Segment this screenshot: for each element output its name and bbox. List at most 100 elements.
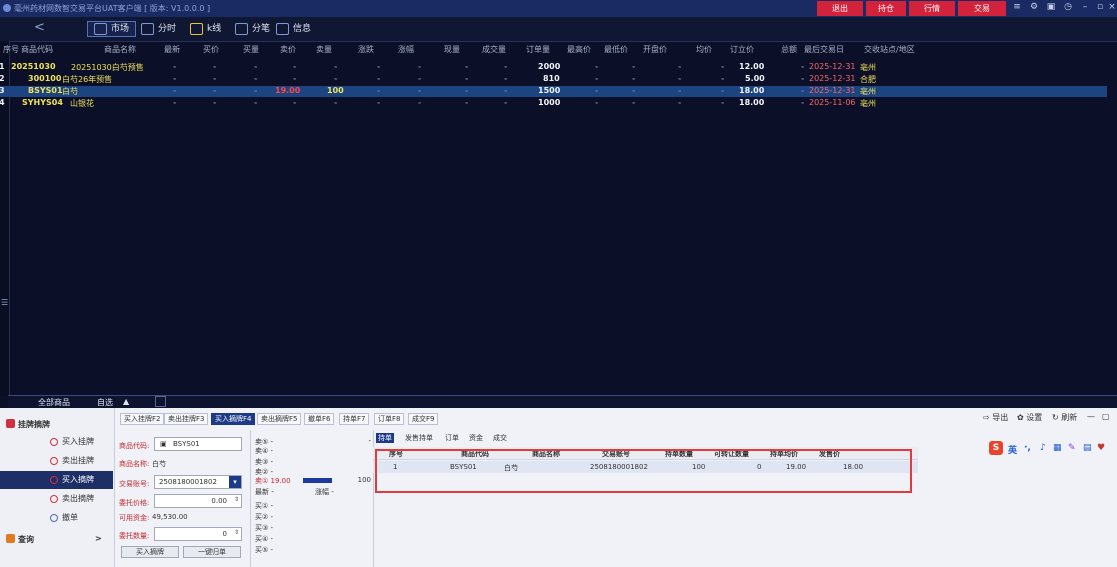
tab-all-goods[interactable]: 全部商品 — [38, 397, 70, 408]
chevron-down-icon[interactable]: ▾ — [229, 476, 241, 488]
stepper-arrows-icon[interactable]: ⇕ — [234, 527, 239, 539]
subtab-orders[interactable]: 订单 — [443, 433, 461, 443]
maximize-panel-icon[interactable]: ▢ — [1102, 412, 1110, 421]
buy-delist-button[interactable]: 买入摘牌 — [121, 546, 179, 558]
nav-query[interactable]: 查询 — [18, 534, 34, 545]
user-icon[interactable]: ≡ — [1011, 2, 1023, 12]
gear-icon[interactable]: ⚙ — [1028, 2, 1040, 12]
tab-favorites[interactable]: 自选 — [97, 397, 113, 408]
col-askvol[interactable]: 卖量 — [316, 44, 332, 55]
tab-holdings[interactable]: 持单F7 — [339, 413, 370, 425]
subtab-holdings[interactable]: 持单 — [376, 433, 394, 443]
ime-lang[interactable]: 英 — [1008, 443, 1017, 456]
row-lastday: 2025-11-06 — [809, 98, 856, 107]
settings-button[interactable]: ✿ 设置 — [1017, 412, 1042, 423]
bid-level-5: 买⑤ - — [255, 546, 274, 554]
col-price[interactable]: 订立价 — [730, 44, 754, 55]
col-cur[interactable]: 现量 — [444, 44, 460, 55]
keyboard-icon[interactable]: ▦ — [1053, 443, 1062, 453]
table-row-selected[interactable]: 3 BSYS01 白芍 - - - 19.00 100 - - - - 1500… — [0, 86, 1107, 97]
stepper-arrows-icon[interactable]: ⇕ — [234, 494, 239, 506]
col-low[interactable]: 最低价 — [604, 44, 628, 55]
ime-logo-icon[interactable]: S — [989, 441, 1003, 455]
restore-icon[interactable]: ▫ — [1094, 2, 1106, 12]
skin-icon[interactable]: ✎ — [1068, 443, 1076, 453]
col-total[interactable]: 总额 — [781, 44, 797, 55]
col-bidvol[interactable]: 买量 — [243, 44, 259, 55]
chevron-right-icon[interactable]: > — [95, 534, 102, 543]
price-stepper[interactable]: 0.00 ⇕ — [154, 494, 242, 508]
nav-buy-list[interactable]: 买入挂牌 — [0, 433, 113, 451]
quantity-stepper[interactable]: 0 ⇕ — [154, 527, 242, 541]
table-row[interactable]: 4 SYHYS04 山银花 - - - - - - - - - 1000 - -… — [0, 98, 1107, 109]
tab-arrow-icon[interactable]: ▲ — [123, 397, 129, 406]
back-button[interactable]: < — [34, 20, 45, 35]
tab-sell-list[interactable]: 卖出挂牌F3 — [164, 413, 209, 425]
account-select[interactable]: 2508180001802 ▾ — [154, 475, 242, 489]
tab-kline[interactable]: k线 — [190, 21, 221, 37]
tab-deals[interactable]: 成交F9 — [408, 413, 439, 425]
row-vol: - — [504, 98, 508, 107]
export-button[interactable]: ⇨ 导出 — [983, 412, 1008, 423]
tab-market[interactable]: 市场 — [87, 21, 137, 37]
col-no[interactable]: 序号 — [3, 44, 19, 55]
title-bar: 毫州药材网数智交易平台UAT客户端 [ 版本: V1.0.0.0 ] 退出 持仓… — [0, 0, 1117, 17]
minimize-panel-icon[interactable]: — — [1087, 412, 1095, 421]
subtab-funds[interactable]: 资金 — [467, 433, 485, 443]
close-icon[interactable]: × — [1106, 2, 1117, 12]
exit-button[interactable]: 退出 — [817, 1, 863, 16]
tab-info[interactable]: 信息 — [276, 21, 311, 37]
col-high[interactable]: 最高价 — [567, 44, 591, 55]
tools-icon[interactable]: ▤ — [1083, 443, 1092, 453]
col-vol[interactable]: 成交量 — [482, 44, 506, 55]
shirt-icon[interactable]: ♥ — [1097, 443, 1105, 453]
table-row[interactable]: 2 300100 白芍26年预售 - - - - - - - - - 810 -… — [0, 74, 1107, 85]
row-no: 2 — [0, 74, 5, 83]
tab-buy-delist[interactable]: 买入摘牌F4 — [211, 413, 256, 425]
trade-button[interactable]: 交易 — [958, 1, 1006, 16]
tab-orders[interactable]: 订单F8 — [374, 413, 405, 425]
highlight-box — [375, 449, 912, 493]
clock-icon[interactable]: ◷ — [1062, 2, 1074, 12]
tab-ticks[interactable]: 分笔 — [235, 21, 270, 37]
col-open[interactable]: 开盘价 — [643, 44, 667, 55]
tab-cancel[interactable]: 撤单F6 — [304, 413, 335, 425]
quotes-button[interactable]: 行情 — [909, 1, 955, 16]
table-row[interactable]: 1 20251030 20251030白芍预售 - - - - - - - - … — [0, 62, 1107, 73]
col-pct[interactable]: 涨幅 — [398, 44, 414, 55]
code-field[interactable]: ▣ BSYS01 — [154, 437, 242, 451]
minimize-icon[interactable]: – — [1079, 2, 1091, 12]
tab-sell-delist[interactable]: 卖出摘牌F5 — [257, 413, 302, 425]
position-button[interactable]: 持仓 — [866, 1, 906, 16]
mic-icon[interactable]: ♪ — [1040, 443, 1046, 453]
row-low: - — [632, 74, 636, 83]
nav-cancel[interactable]: 撤单 — [0, 509, 113, 527]
col-lastday[interactable]: 最后交易日 — [804, 44, 844, 55]
nav-header[interactable]: 挂牌摘牌 — [18, 419, 50, 430]
col-avg[interactable]: 均价 — [696, 44, 712, 55]
col-chg[interactable]: 涨跌 — [358, 44, 374, 55]
col-orders[interactable]: 订单量 — [526, 44, 550, 55]
one-click-button[interactable]: 一键归单 — [183, 546, 241, 558]
col-site[interactable]: 交收站点/地区 — [864, 44, 915, 55]
nav-sell-delist[interactable]: 卖出摘牌 — [0, 490, 113, 508]
col-bid[interactable]: 买价 — [203, 44, 219, 55]
nav-label: 买入摘牌 — [62, 475, 94, 484]
tab-buy-list[interactable]: 买入挂牌F2 — [120, 413, 165, 425]
col-name[interactable]: 商品名称 — [104, 44, 136, 55]
row-bidvol: - — [254, 74, 258, 83]
nav-sell-list[interactable]: 卖出挂牌 — [0, 452, 113, 470]
lock-icon[interactable]: ▣ — [1045, 2, 1057, 12]
subtab-deals[interactable]: 成交 — [491, 433, 509, 443]
col-latest[interactable]: 最新 — [164, 44, 180, 55]
refresh-button[interactable]: ↻ 刷新 — [1052, 412, 1077, 423]
nav-buy-delist[interactable]: 买入摘牌 — [0, 471, 113, 489]
expand-icon[interactable]: ☰ — [1, 298, 8, 307]
tab-timeshare[interactable]: 分时 — [141, 21, 176, 37]
punctuation-icon[interactable]: ·, — [1024, 443, 1031, 453]
subtab-issue-holdings[interactable]: 发售持单 — [403, 433, 435, 443]
col-ask[interactable]: 卖价 — [280, 44, 296, 55]
row-total: - — [801, 74, 805, 83]
square-icon[interactable] — [155, 396, 166, 407]
col-code[interactable]: 商品代码 — [21, 44, 53, 55]
